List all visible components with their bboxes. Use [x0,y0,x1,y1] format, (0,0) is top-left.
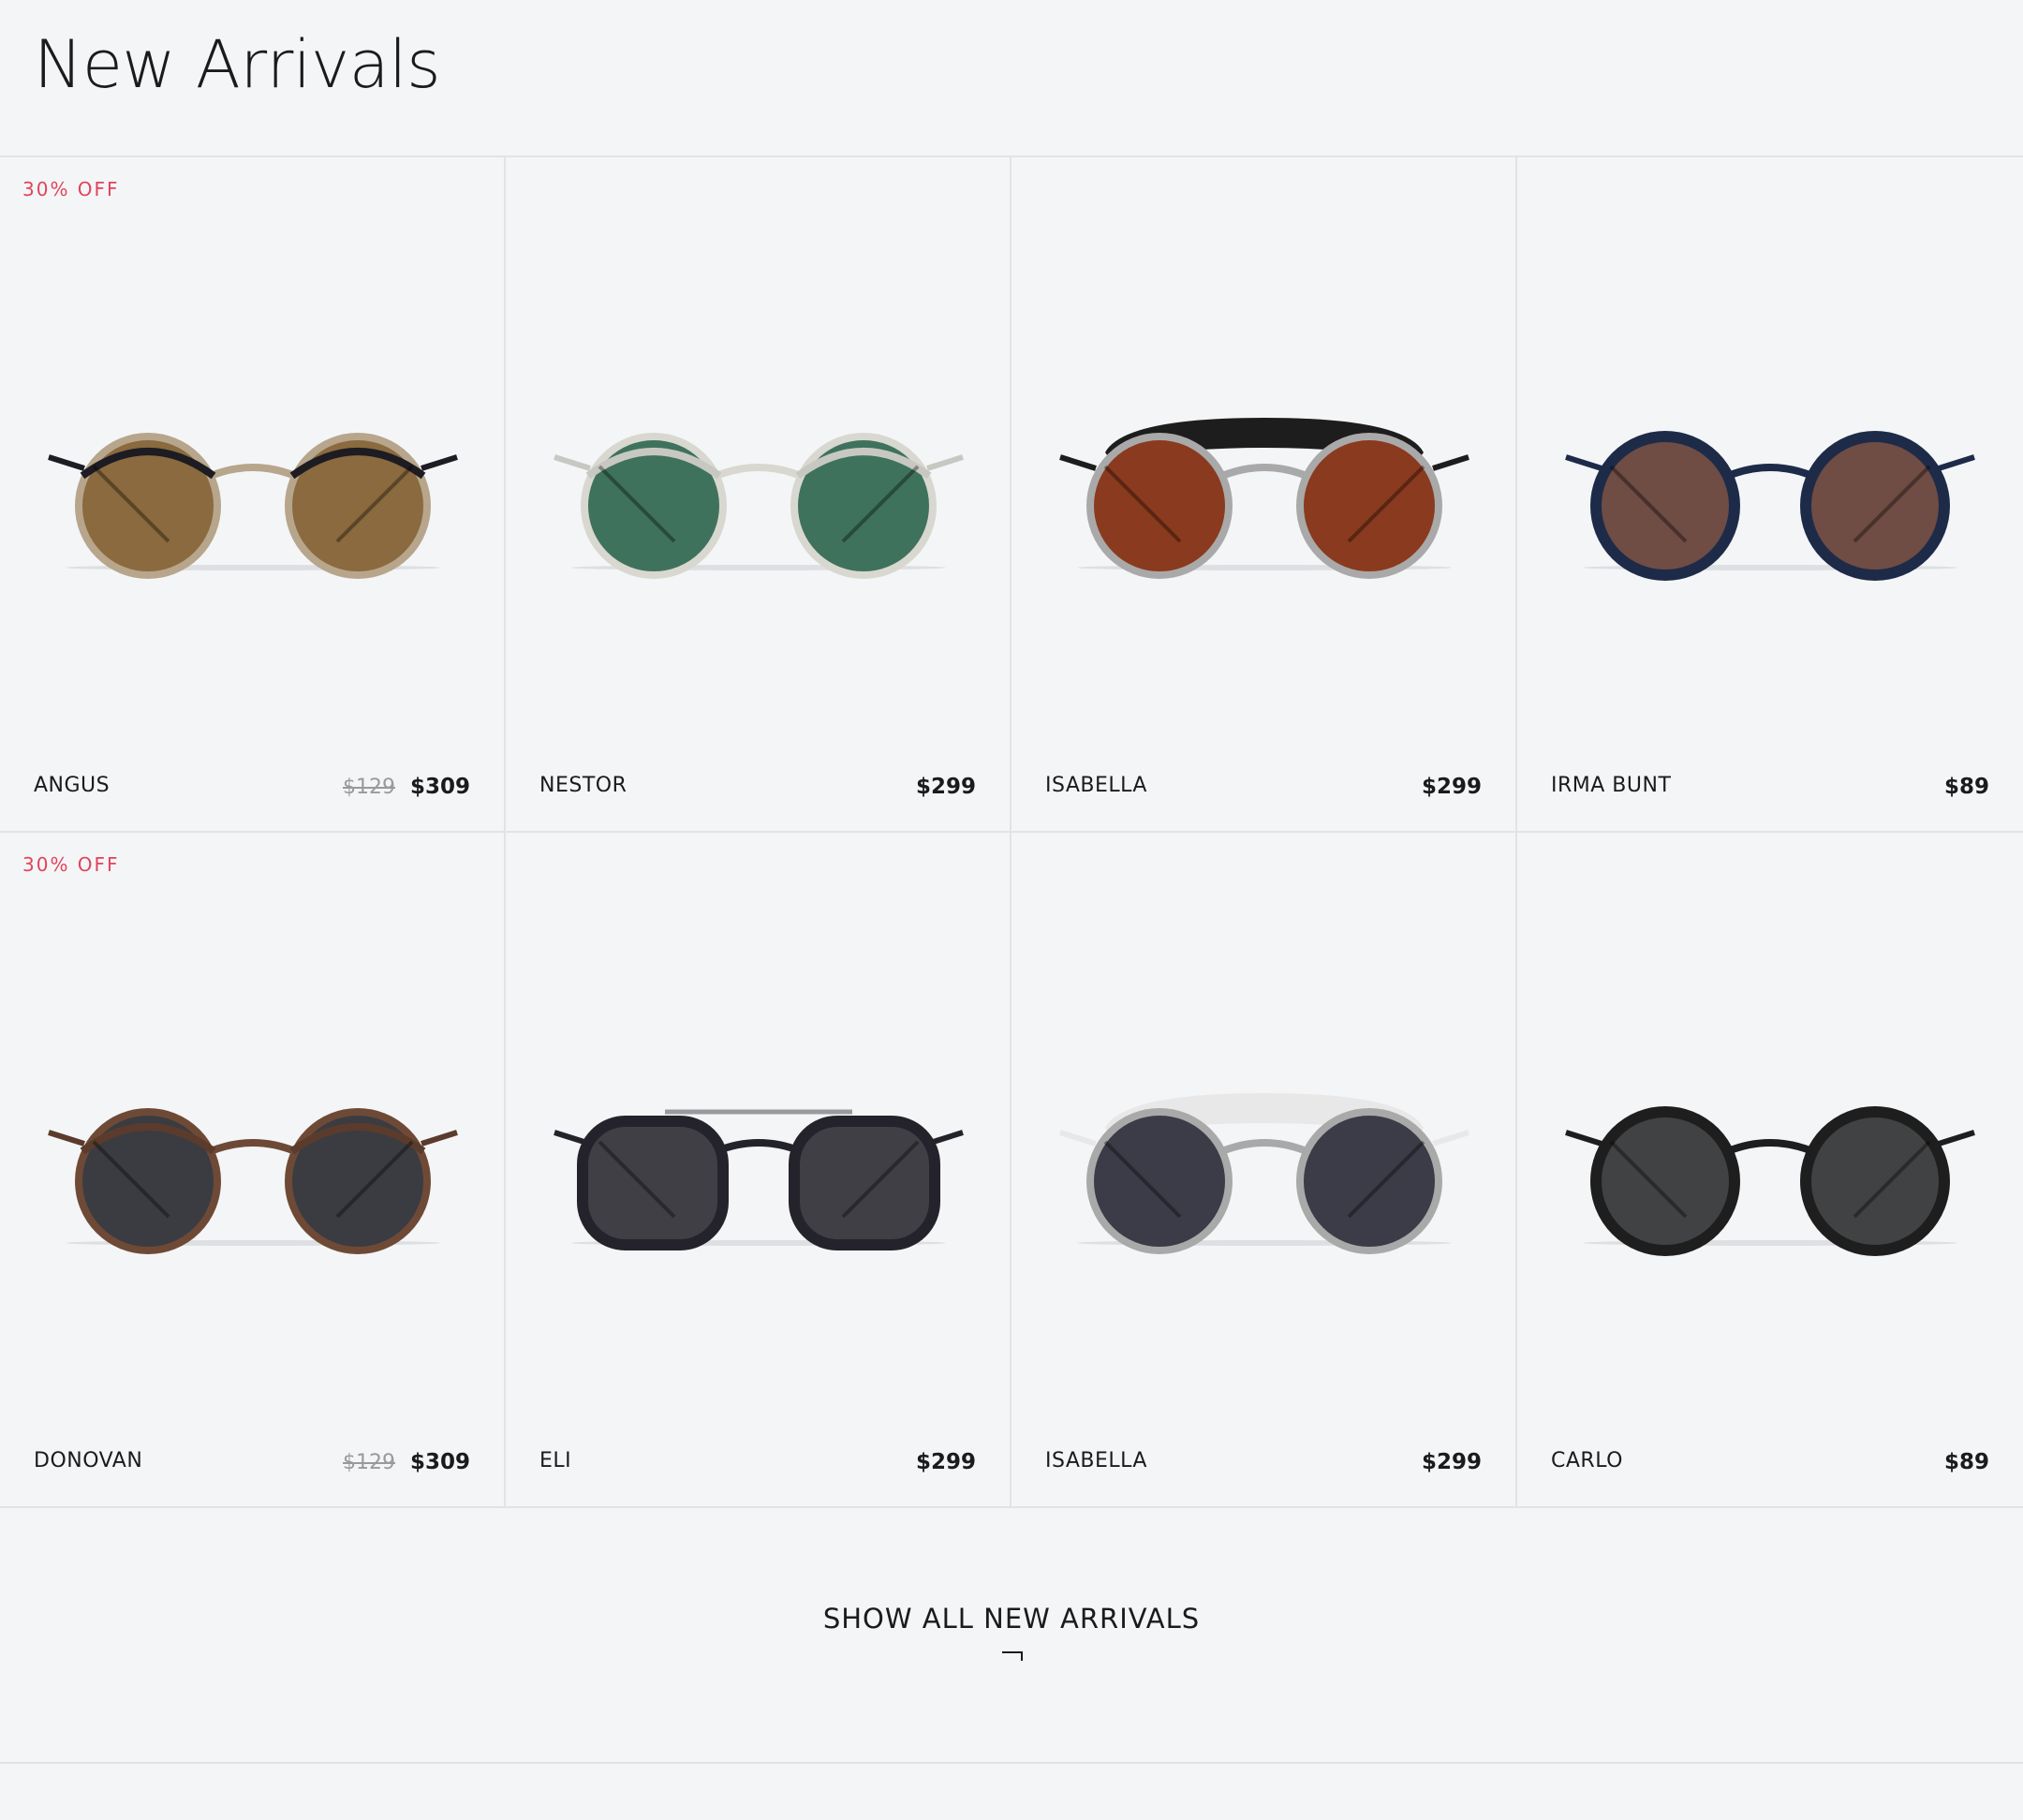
show-all-link[interactable]: SHOW ALL NEW ARRIVALS [0,1603,2023,1635]
product-image [28,401,478,588]
product-image [1040,401,1489,588]
section-header: New Arrivals [0,0,2023,157]
show-all-section: SHOW ALL NEW ARRIVALS [0,1509,2023,1764]
price-group: $129 $309 [343,1450,470,1474]
product-price: $299 [915,1450,976,1474]
browbar-black-copper-sunglasses-icon [1059,418,1469,579]
product-card[interactable]: CARLO $89 [1517,833,2023,1508]
round-brown-grey-sunglasses-icon [48,1108,458,1254]
product-image [1545,1076,1995,1264]
product-name: IRMA BUNT [1551,774,1672,797]
product-card[interactable]: ISABELLA $299 [1012,833,1517,1508]
product-card[interactable]: 30% OFF DONOVAN $129 $309 [0,833,506,1508]
product-card[interactable]: ISABELLA $299 [1012,157,1517,833]
product-price: $299 [1421,775,1482,799]
product-price: $89 [1943,775,1989,799]
product-name: DONOVAN [34,1449,143,1472]
product-image [534,401,983,588]
product-card[interactable]: IRMA BUNT $89 [1517,157,2023,833]
new-arrivals-page: New Arrivals 30% OFF ANGUS $129 $309 NES… [0,0,2023,1820]
price-group: $299 [1407,775,1482,799]
product-name: ELI [539,1449,572,1472]
product-price: $299 [915,775,976,799]
price-group: $299 [1407,1450,1482,1474]
price-group: $89 [1929,1450,1989,1474]
product-image [534,1076,983,1264]
price-group: $299 [901,1450,976,1474]
price-group: $89 [1929,775,1989,799]
product-price: $309 [409,775,470,799]
product-image [1545,401,1995,588]
price-group: $129 $309 [343,775,470,799]
product-name: CARLO [1551,1449,1623,1472]
discount-badge: 30% OFF [22,178,120,200]
price-group: $299 [901,775,976,799]
product-card[interactable]: 30% OFF ANGUS $129 $309 [0,157,506,833]
product-card[interactable]: NESTOR $299 [506,157,1012,833]
round-black-grey-sunglasses-icon [1565,1106,1975,1256]
product-name: ISABELLA [1045,1449,1147,1472]
product-name: NESTOR [539,774,628,797]
product-name: ANGUS [34,774,111,797]
discount-badge: 30% OFF [22,853,120,876]
product-price: $309 [409,1450,470,1474]
product-image [28,1076,478,1264]
product-name: ISABELLA [1045,774,1147,797]
round-brown-gradient-sunglasses-icon [48,433,458,579]
product-grid: 30% OFF ANGUS $129 $309 NESTOR $299 ISAB… [0,157,2023,1508]
product-card[interactable]: ELI $299 [506,833,1012,1508]
square-black-grey-sunglasses-icon [554,1109,964,1250]
round-navy-brown-sunglasses-icon [1565,431,1975,581]
product-image [1040,1076,1489,1264]
corner-arrow-icon [1002,1651,1023,1661]
original-price: $129 [342,1451,395,1474]
original-price: $129 [342,776,395,799]
round-silver-green-sunglasses-icon [554,433,964,579]
product-price: $89 [1943,1450,1989,1474]
page-title: New Arrivals [34,26,441,103]
product-price: $299 [1421,1450,1482,1474]
browbar-white-grey-sunglasses-icon [1059,1093,1469,1254]
